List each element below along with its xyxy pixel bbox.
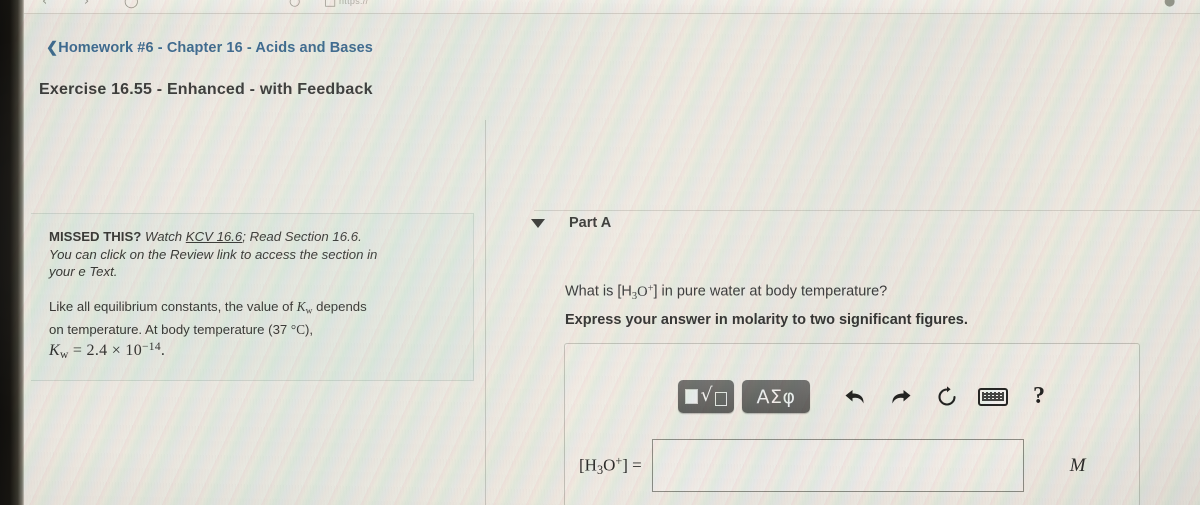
tab-icon[interactable]: □ <box>324 0 336 9</box>
template-square-icon <box>685 389 699 404</box>
question-instruction: Express your answer in molarity to two s… <box>565 312 968 328</box>
monitor-bezel <box>0 0 24 505</box>
chevron-down-icon[interactable] <box>531 218 545 228</box>
hint-p2-a: Like all equilibrium constants, the valu… <box>49 298 297 314</box>
math-template-button[interactable]: √ <box>678 380 734 413</box>
hint-p2-d: ), <box>305 321 314 337</box>
forward-arrow-icon[interactable]: › <box>84 0 89 9</box>
part-a-label: Part A <box>569 215 612 231</box>
back-chevron-icon: ❮ <box>46 40 59 56</box>
answer-row: [H3O+] = M <box>579 439 1086 492</box>
page-content: ❮Homework #6 - Chapter 16 - Acids and Ba… <box>24 15 1200 505</box>
answer-unit-label: M <box>1069 454 1086 476</box>
answer-container: √ ΑΣφ ? [H3O+] = M <box>564 343 1140 505</box>
part-a-header[interactable]: Part A <box>531 215 611 231</box>
keyboard-icon[interactable] <box>970 380 1016 413</box>
breadcrumb[interactable]: ❮Homework #6 - Chapter 16 - Acids and Ba… <box>46 40 373 56</box>
redo-icon[interactable] <box>878 380 924 413</box>
back-arrow-icon[interactable]: ‹ <box>42 0 47 9</box>
browser-toolbar: ‹ › ◯ ○ □ https:// ● <box>24 0 1200 14</box>
undo-icon[interactable] <box>832 380 878 413</box>
page-title: Exercise 16.55 - Enhanced - with Feedbac… <box>39 81 373 98</box>
hint-p2-c: on temperature. At body temperature (37 <box>49 321 291 337</box>
reset-icon[interactable] <box>924 380 970 413</box>
url-fragment[interactable]: https:// <box>339 0 368 6</box>
question-text: What is [H3O+] in pure water at body tem… <box>565 283 888 302</box>
hint-p2-b: depends <box>312 298 367 314</box>
hint-panel: MISSED THIS? Watch KCV 16.6; Read Sectio… <box>31 213 474 381</box>
degree-celsius: °C <box>290 321 305 337</box>
hint-line-3: your e Text. <box>49 264 118 279</box>
hint-missed-line: MISSED THIS? Watch KCV 16.6; Read Sectio… <box>49 228 457 246</box>
watch-word: Watch <box>141 229 186 244</box>
kw-symbol: Kw <box>296 298 313 317</box>
template-box-icon <box>714 391 727 406</box>
menu-icon[interactable]: ● <box>1164 0 1175 9</box>
missed-this-label: MISSED THIS? <box>49 229 142 244</box>
answer-label: [H3O+] = <box>579 453 642 477</box>
radical-icon: √ <box>700 384 713 406</box>
shield-icon[interactable]: ○ <box>289 0 300 9</box>
kcv-link[interactable]: KCV 16.6 <box>186 229 242 244</box>
kw-equation: Kw = 2.4 × 10−14. <box>49 341 166 362</box>
hint-paragraph-2: Like all equilibrium constants, the valu… <box>49 298 457 321</box>
greek-symbols-button[interactable]: ΑΣφ <box>742 380 810 413</box>
breadcrumb-label: Homework #6 - Chapter 16 - Acids and Bas… <box>58 40 373 56</box>
reload-icon[interactable]: ◯ <box>124 0 139 9</box>
column-divider <box>485 120 486 505</box>
hint-line-2: You can click on the Review link to acce… <box>49 246 378 262</box>
math-toolbar: √ ΑΣφ ? <box>678 380 1062 413</box>
help-icon[interactable]: ? <box>1016 380 1062 413</box>
part-a-separator <box>534 210 1200 211</box>
read-section-text: ; Read Section 16.6. <box>242 229 362 244</box>
hint-paragraph-3: on temperature. At body temperature (37 … <box>49 321 457 339</box>
answer-input[interactable] <box>651 439 1024 492</box>
